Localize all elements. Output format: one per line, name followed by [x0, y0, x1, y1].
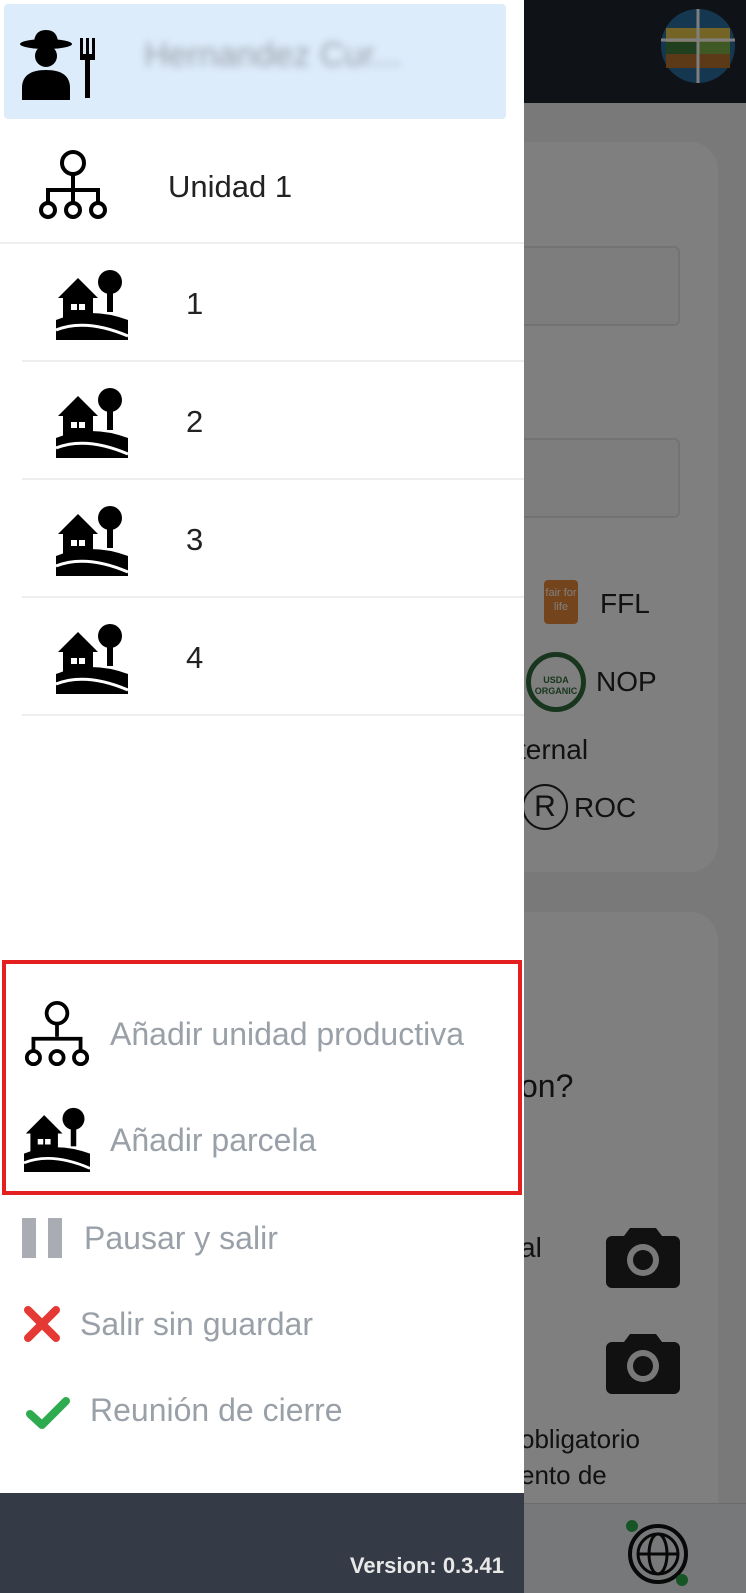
exit-without-saving-button[interactable]: Salir sin guardar [80, 1306, 313, 1343]
farm-plot-icon [56, 388, 128, 458]
org-tree-icon [39, 150, 107, 219]
org-tree-icon [24, 1001, 90, 1067]
add-plot-button[interactable]: Añadir parcela [110, 1122, 316, 1159]
plot-item-label: 2 [186, 404, 204, 439]
drawer-header: Hernandez Cur... [4, 4, 506, 119]
unit-item-label: Unidad 1 [168, 169, 293, 204]
farmer-icon [20, 30, 95, 100]
pause-icon [22, 1218, 62, 1258]
farm-plot-icon [23, 1107, 91, 1172]
plot-item-4[interactable]: 4 [22, 598, 524, 716]
plot-item-label: 3 [186, 522, 204, 557]
plot-item-label: 4 [186, 640, 204, 675]
unit-item-1[interactable]: Unidad 1 [0, 128, 524, 244]
side-drawer: Hernandez Cur... Unidad 1 1 2 3 4 Añadir… [0, 0, 524, 1593]
check-icon [26, 1397, 70, 1429]
plot-item-3[interactable]: 3 [22, 480, 524, 598]
plot-item-1[interactable]: 1 [22, 244, 524, 362]
plot-item-2[interactable]: 2 [22, 362, 524, 480]
add-unit-button[interactable]: Añadir unidad productiva [110, 1016, 464, 1053]
close-icon [24, 1306, 60, 1342]
user-name: Hernandez Cur... [144, 36, 402, 74]
farm-plot-icon [56, 270, 128, 340]
pause-exit-button[interactable]: Pausar y salir [84, 1220, 278, 1257]
plot-item-label: 1 [186, 286, 204, 321]
version-label: Version: 0.3.41 [349, 1553, 504, 1578]
farm-plot-icon [56, 506, 128, 576]
closing-meeting-button[interactable]: Reunión de cierre [90, 1392, 343, 1429]
farm-plot-icon [56, 624, 128, 694]
version-bar: Version: 0.3.41 [0, 1493, 524, 1593]
